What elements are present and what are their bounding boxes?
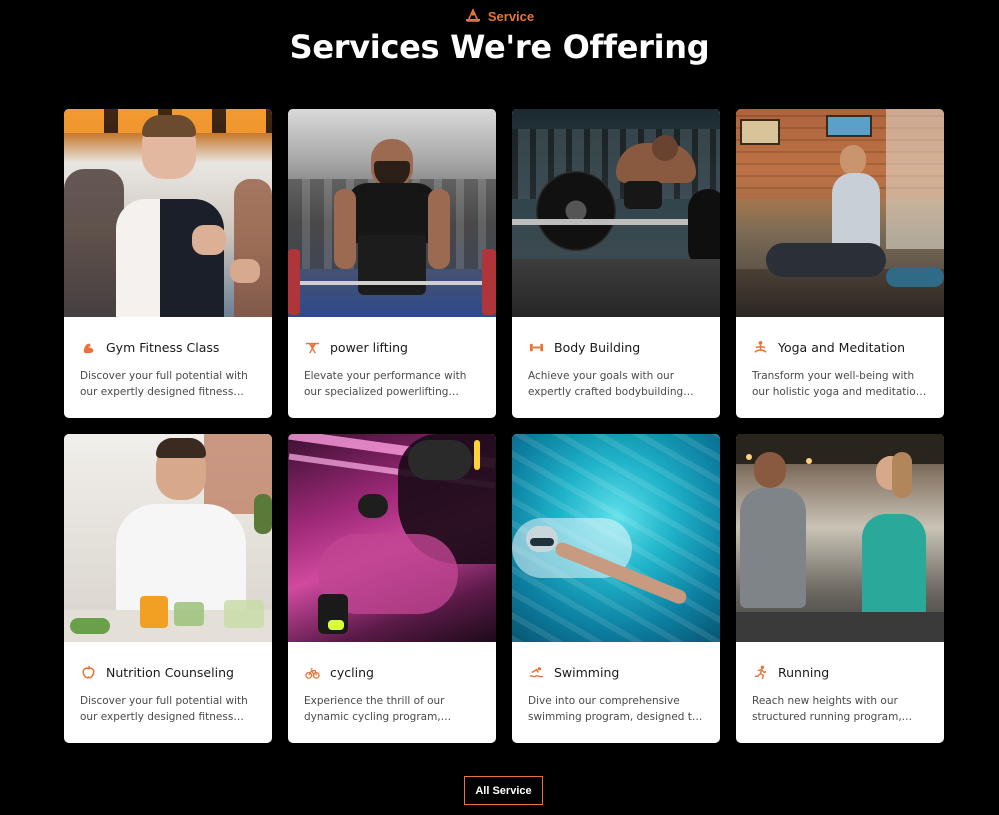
service-card-gym-fitness-class[interactable]: Gym Fitness Class Discover your full pot… xyxy=(64,109,272,418)
service-title: Nutrition Counseling xyxy=(106,664,234,680)
service-title: Running xyxy=(778,664,830,680)
service-title: cycling xyxy=(330,664,374,680)
service-description: Dive into our comprehensive swimming pro… xyxy=(528,695,699,723)
section-title: Services We're Offering xyxy=(289,28,710,66)
weightlifter-icon xyxy=(304,339,320,355)
service-description: Discover your full potential with our ex… xyxy=(80,695,248,723)
flexed-arm-icon xyxy=(80,339,96,355)
services-grid: Gym Fitness Class Discover your full pot… xyxy=(64,109,944,743)
section-eyebrow-text: Service xyxy=(487,8,535,24)
service-title: Yoga and Meditation xyxy=(778,339,906,355)
service-image-body-building xyxy=(512,109,720,317)
meditation-icon xyxy=(752,339,768,355)
service-title: Swimming xyxy=(554,664,620,680)
section-eyebrow: Service xyxy=(0,8,999,24)
service-description: Reach new heights with our structured ru… xyxy=(752,695,902,723)
service-image-running xyxy=(736,434,944,642)
service-title: power lifting xyxy=(330,339,408,355)
dumbbell-icon xyxy=(528,339,544,355)
service-image-power-lifting xyxy=(288,109,496,317)
dumbbell-logo-icon xyxy=(465,8,481,24)
service-card-running[interactable]: Running Reach new heights with our struc… xyxy=(736,434,944,743)
service-card-body-building[interactable]: Body Building Achieve your goals with ou… xyxy=(512,109,720,418)
service-image-swimming xyxy=(512,434,720,642)
nutrition-icon xyxy=(80,664,96,680)
service-card-yoga-and-meditation[interactable]: Yoga and Meditation Transform your well-… xyxy=(736,109,944,418)
service-card-power-lifting[interactable]: power lifting Elevate your performance w… xyxy=(288,109,496,418)
service-description: Experience the thrill of our dynamic cyc… xyxy=(304,695,445,723)
service-description: Transform your well-being with our holis… xyxy=(752,370,923,398)
service-description: Elevate your performance with our specia… xyxy=(304,370,467,398)
service-image-gym-fitness-class xyxy=(64,109,272,317)
service-title: Gym Fitness Class xyxy=(106,339,220,355)
swimmer-icon xyxy=(528,664,544,680)
service-description: Achieve your goals with our expertly cra… xyxy=(528,370,684,398)
service-image-yoga-and-meditation xyxy=(736,109,944,317)
service-card-cycling[interactable]: cycling Experience the thrill of our dyn… xyxy=(288,434,496,743)
service-image-nutrition-counseling xyxy=(64,434,272,642)
runner-icon xyxy=(752,664,768,680)
all-service-button[interactable]: All Service xyxy=(464,776,543,805)
service-card-nutrition-counseling[interactable]: Nutrition Counseling Discover your full … xyxy=(64,434,272,743)
service-image-cycling xyxy=(288,434,496,642)
service-description: Discover your full potential with our ex… xyxy=(80,370,248,398)
service-card-swimming[interactable]: Swimming Dive into our comprehensive swi… xyxy=(512,434,720,743)
service-title: Body Building xyxy=(554,339,641,355)
bicycle-icon xyxy=(304,664,320,680)
